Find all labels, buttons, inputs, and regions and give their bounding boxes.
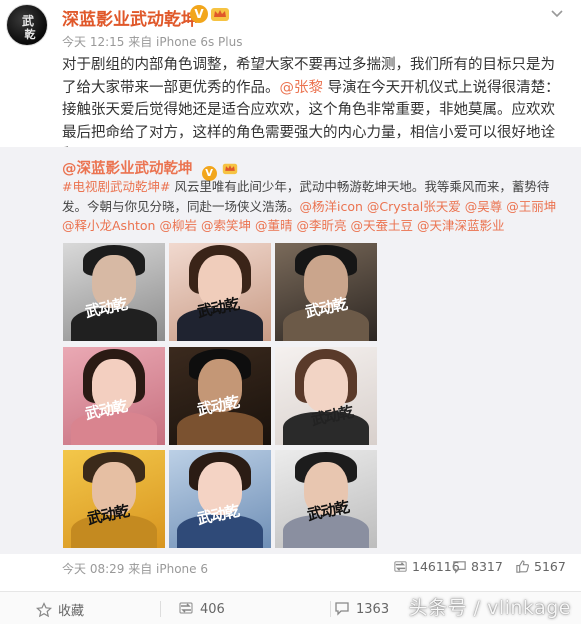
mention-link[interactable]: @天津深蓝影业 (417, 218, 505, 233)
thumbs-up-icon (516, 560, 530, 573)
mention-link[interactable]: @吴尊 (465, 199, 503, 214)
photo-thumbnail[interactable]: 武动乾 (169, 450, 271, 548)
svg-text:武: 武 (22, 13, 34, 28)
comment-icon (453, 561, 466, 574)
repost-icon (394, 561, 407, 572)
post-header: 武 乾 深蓝影业武动乾坤 V 今天 12:15 来自 iPhone 6s Plu… (0, 0, 581, 50)
username[interactable]: 深蓝影业武动乾坤 (62, 5, 198, 30)
post-time: 今天 12:15 来自 iPhone 6s Plus (62, 35, 243, 49)
watermark: 头条号 / vlinkage (408, 597, 571, 619)
mention-link[interactable]: @杨洋icon (300, 199, 363, 214)
repost-button[interactable]: 406 (178, 600, 225, 617)
repost-icon (179, 602, 193, 614)
photo-thumbnail[interactable]: 武动乾 (169, 347, 271, 445)
repost-count[interactable]: 146116 (393, 559, 460, 574)
photo-thumbnail[interactable]: 武动乾 (63, 347, 165, 445)
photo-thumbnail[interactable]: 武动乾 (169, 243, 271, 341)
mention-link[interactable]: @Crystal张天爱 (367, 199, 461, 214)
weibo-post: 武 乾 深蓝影业武动乾坤 V 今天 12:15 来自 iPhone 6s Plu… (0, 0, 581, 624)
repost-text: #电视剧武动乾坤# 风云里唯有此间少年，武动中畅游乾坤天地。我等乘风而来，蓄势待… (62, 177, 570, 236)
mention-link[interactable]: @王丽坤 (506, 199, 556, 214)
photo-grid: 武动乾 武动乾 武动乾 武动乾 武动乾 武动乾 武动乾 武动乾 武动乾 (63, 243, 378, 548)
mention-link[interactable]: @柳岩 (159, 218, 197, 233)
photo-thumbnail[interactable]: 武动乾 (63, 450, 165, 548)
divider (160, 601, 161, 617)
repost-time: 今天 08:29 来自 iPhone 6 (62, 562, 208, 576)
star-icon (35, 602, 53, 618)
divider (330, 601, 331, 617)
comment-button[interactable]: 1363 (334, 600, 389, 617)
verified-badge-icon: V (190, 5, 208, 23)
vip-crown-icon (210, 5, 230, 23)
svg-text:乾: 乾 (25, 27, 36, 41)
chevron-down-icon[interactable] (549, 6, 565, 22)
mention-link[interactable]: @天蚕土豆 (350, 218, 413, 233)
repost-username[interactable]: @深蓝影业武动乾坤 (62, 161, 193, 177)
photo-thumbnail[interactable]: 武动乾 (63, 243, 165, 341)
mention-link[interactable]: @李昕亮 (296, 218, 346, 233)
vip-crown-icon (222, 161, 238, 176)
mention-link[interactable]: @索笑坤 (201, 218, 251, 233)
mention-link[interactable]: @释小龙Ashton (62, 218, 155, 233)
photo-thumbnail[interactable]: 武动乾 (275, 243, 377, 341)
avatar[interactable]: 武 乾 (6, 4, 48, 46)
repost-card[interactable]: @深蓝影业武动乾坤 V #电视剧武动乾坤# 风云里唯有此间少年，武动中畅游乾坤天… (0, 147, 581, 554)
like-count[interactable]: 5167 (515, 559, 566, 574)
favorite-button[interactable]: 收藏 (35, 600, 84, 619)
mention-link[interactable]: @张黎 (280, 80, 324, 96)
photo-thumbnail[interactable]: 武动乾 (275, 450, 377, 548)
photo-thumbnail[interactable]: 武动乾 (275, 347, 377, 445)
comment-icon (335, 602, 349, 616)
mention-link[interactable]: @董晴 (255, 218, 293, 233)
hashtag-link[interactable]: #电视剧武动乾坤# (62, 179, 170, 194)
comment-count[interactable]: 8317 (452, 559, 503, 574)
